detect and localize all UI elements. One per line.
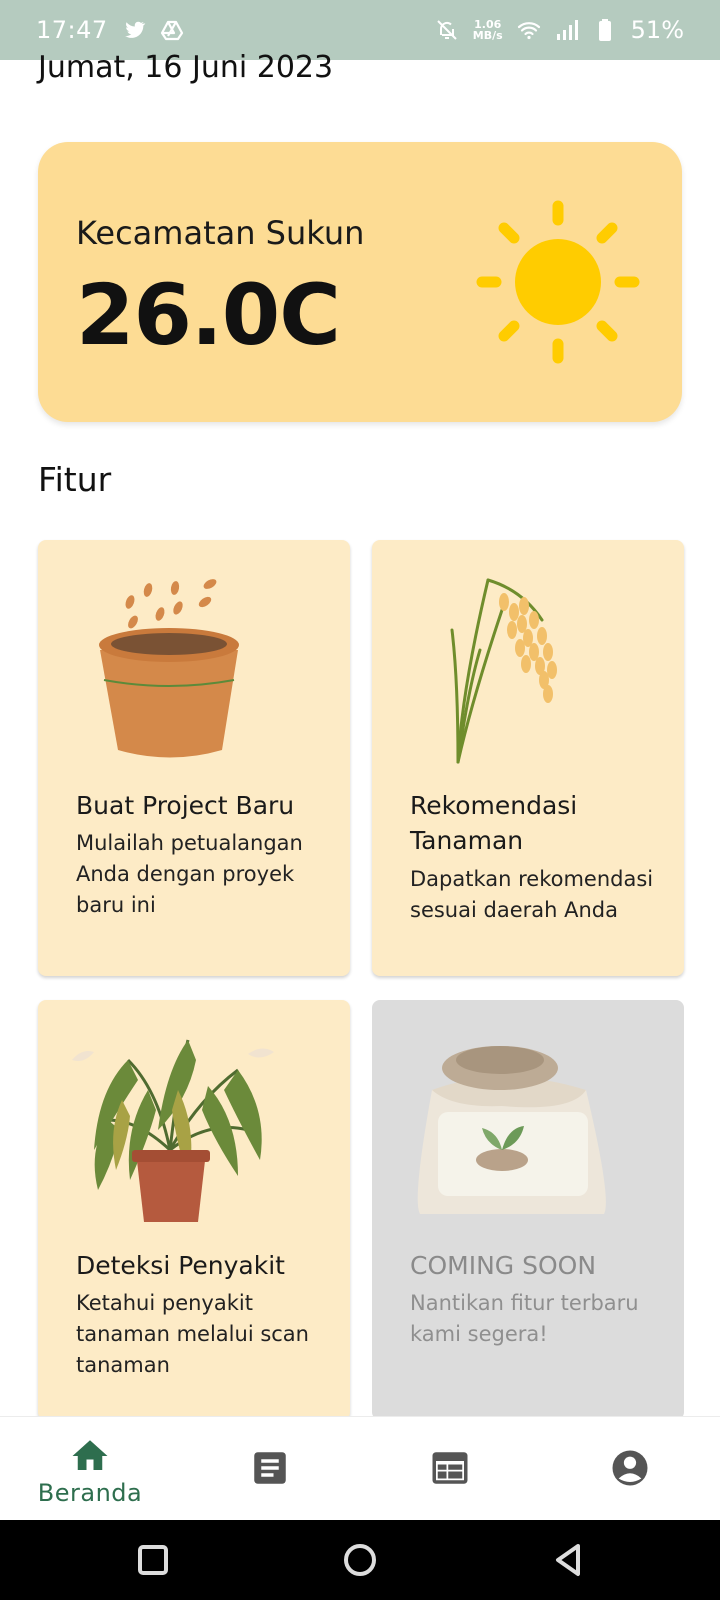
- feature-card-disease-detection[interactable]: Deteksi Penyakit Ketahui penyakit tanama…: [38, 1000, 350, 1420]
- recents-icon[interactable]: [133, 1540, 173, 1580]
- nav-item-calendar[interactable]: [360, 1417, 540, 1521]
- card-title: Rekomendasi Tanaman: [410, 791, 578, 855]
- fertilizer-sack-icon: [372, 1000, 684, 1240]
- sun-icon: [468, 192, 648, 372]
- status-time: 17:47: [36, 16, 108, 44]
- card-title: Deteksi Penyakit: [76, 1251, 285, 1280]
- drive-icon: [160, 18, 184, 42]
- nav-item-articles[interactable]: [180, 1417, 360, 1521]
- battery-percent: 51%: [630, 16, 684, 44]
- nav-label-home: Beranda: [37, 1479, 143, 1507]
- twitter-icon: [122, 18, 146, 42]
- article-icon: [254, 1452, 286, 1484]
- weather-temperature: 26.0C: [76, 266, 341, 364]
- current-date: Jumat, 16 Juni 2023: [38, 50, 334, 85]
- weather-card[interactable]: Kecamatan Sukun 26.0C: [38, 142, 682, 422]
- back-icon[interactable]: [548, 1540, 588, 1580]
- bottom-navigation: Beranda: [0, 1416, 720, 1520]
- card-description: Mulailah petualangan Anda dengan proyek …: [76, 831, 303, 917]
- mute-icon: [435, 18, 459, 42]
- home-circle-icon[interactable]: [340, 1540, 380, 1580]
- nav-item-home[interactable]: Beranda: [0, 1417, 180, 1521]
- features-title: Fitur: [38, 460, 112, 499]
- signal-icon: [555, 18, 579, 42]
- card-description: Ketahui penyakit tanaman melalui scan ta…: [76, 1291, 309, 1377]
- feature-card-coming-soon: COMING SOON Nantikan fitur terbaru kami …: [372, 1000, 684, 1420]
- feature-card-new-project[interactable]: Buat Project Baru Mulailah petualangan A…: [38, 540, 350, 976]
- battery-icon: [593, 18, 617, 42]
- wifi-icon: [517, 18, 541, 42]
- card-title: Buat Project Baru: [76, 791, 295, 820]
- wilted-plant-icon: [38, 1000, 350, 1240]
- flower-pot-icon: [38, 540, 350, 780]
- card-title: COMING SOON: [410, 1251, 597, 1280]
- card-description: Dapatkan rekomendasi sesuai daerah Anda: [410, 867, 654, 922]
- account-icon: [612, 1450, 648, 1486]
- feature-card-plant-recommendation[interactable]: Rekomendasi Tanaman Dapatkan rekomendasi…: [372, 540, 684, 976]
- rice-plant-icon: [372, 540, 684, 780]
- calendar-icon: [432, 1452, 468, 1484]
- network-speed: 1.06 MB/s: [472, 18, 503, 42]
- system-navigation-bar: [0, 1520, 720, 1600]
- home-icon: [72, 1440, 108, 1470]
- weather-location: Kecamatan Sukun: [76, 214, 365, 252]
- nav-item-profile[interactable]: [540, 1417, 720, 1521]
- card-description: Nantikan fitur terbaru kami segera!: [410, 1291, 639, 1346]
